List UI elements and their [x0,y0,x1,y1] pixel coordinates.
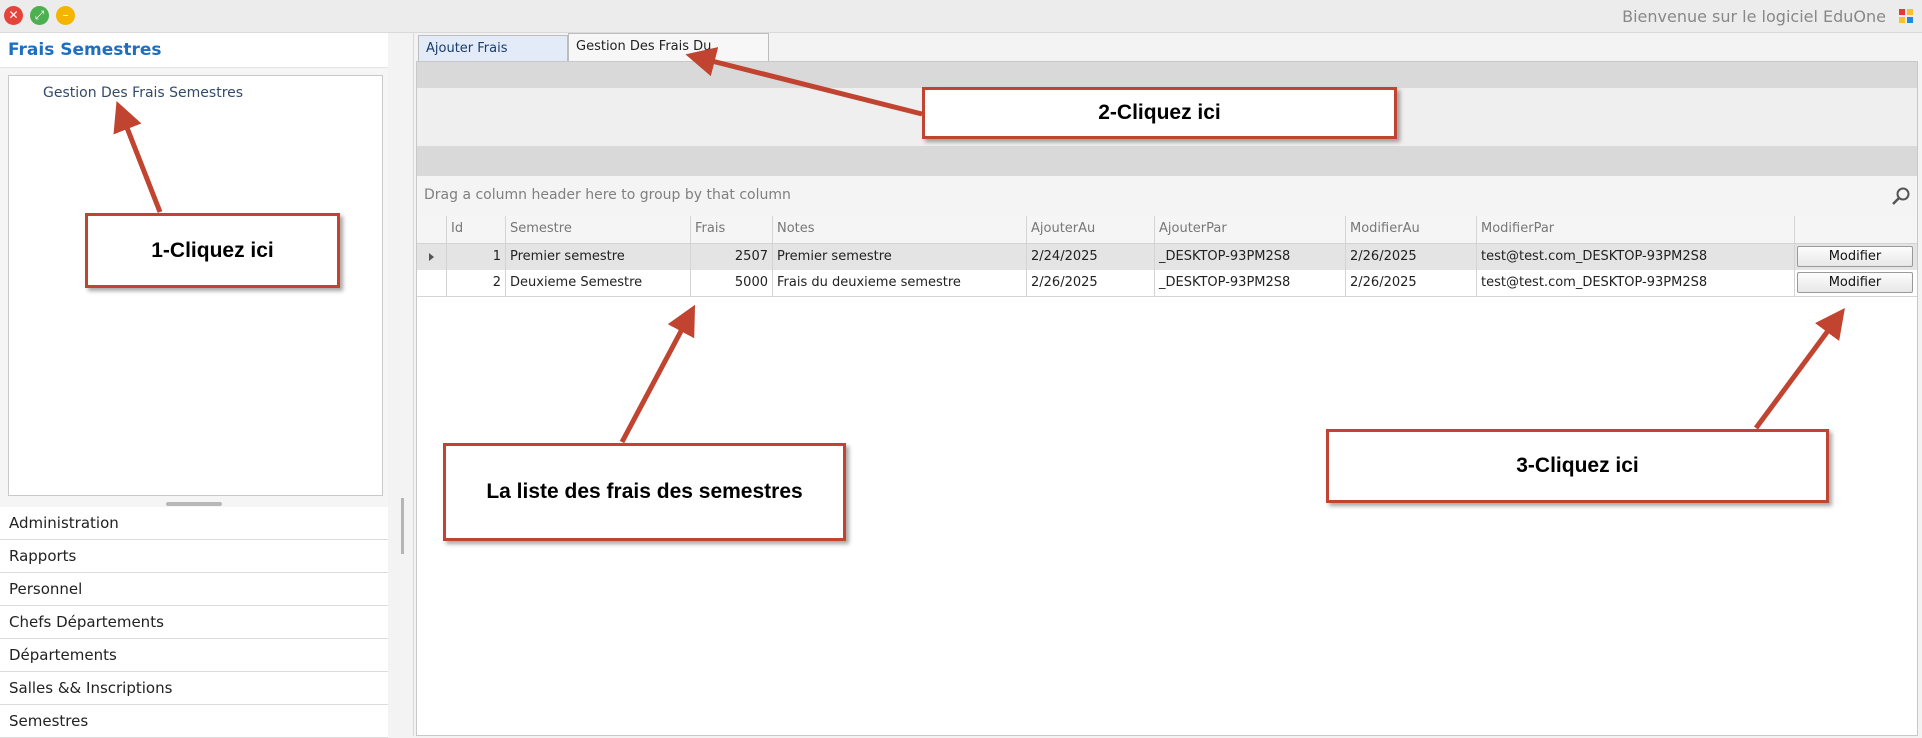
arrow-2 [685,47,923,117]
callout-step-2: 2-Cliquez ici [922,87,1397,139]
arrow-1 [113,101,163,213]
callout-step-1: 1-Cliquez ici [85,213,340,288]
callout-step-3: 3-Cliquez ici [1326,429,1829,503]
arrow-list [619,304,696,444]
arrow-3 [1753,307,1845,430]
callout-list: La liste des frais des semestres [443,443,846,541]
